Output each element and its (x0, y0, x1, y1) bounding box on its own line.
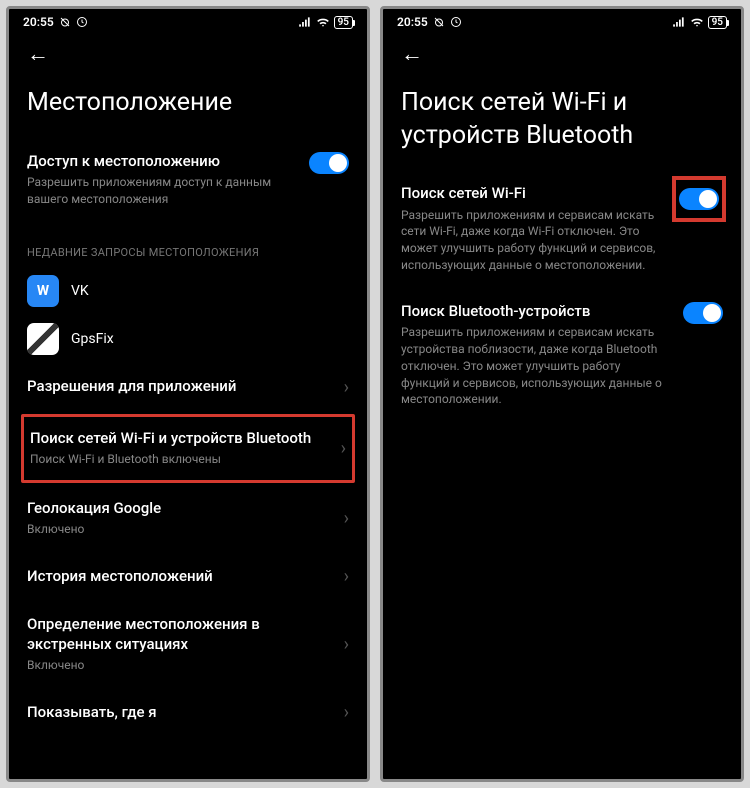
bluetooth-scan-title: Поиск Bluetooth-устройств (401, 302, 671, 322)
google-location-sub: Включено (27, 521, 332, 538)
signal-icon (298, 16, 312, 28)
location-access-row: Доступ к местоположению Разрешить прилож… (27, 138, 349, 222)
page-title: Поиск сетей Wi-Fi и устройств Bluetooth (383, 71, 741, 170)
status-time: 20:55 (23, 15, 54, 29)
chevron-right-icon: › (344, 634, 349, 655)
app-name-gpsfix: GpsFix (71, 331, 114, 347)
header: ← (383, 31, 741, 71)
wifi-icon (690, 16, 704, 28)
alarm-off-icon (59, 16, 71, 28)
location-access-title: Доступ к местоположению (27, 152, 297, 172)
wifi-scan-title: Поиск сетей Wi-Fi (401, 184, 663, 204)
battery-indicator: 95 (334, 16, 353, 29)
bluetooth-scan-sub: Разрешить приложениям и сервисам искать … (401, 324, 671, 408)
chevron-right-icon: › (344, 508, 349, 529)
chevron-right-icon: › (341, 438, 346, 459)
highlighted-scan-row: Поиск сетей Wi-Fi и устройств Bluetooth … (21, 414, 355, 483)
signal-icon (672, 16, 686, 28)
wifi-scan-toggle[interactable] (679, 188, 719, 210)
wifi-scan-row: Поиск сетей Wi-Fi Разрешить приложениям … (401, 170, 723, 288)
chevron-right-icon: › (344, 377, 349, 398)
status-time: 20:55 (397, 15, 428, 29)
emergency-location-sub: Включено (27, 657, 332, 674)
chevron-right-icon: › (344, 566, 349, 587)
wifi-bt-scan-sub: Поиск Wi-Fi и Bluetooth включены (30, 451, 329, 468)
page-title: Местоположение (9, 71, 367, 138)
back-button[interactable]: ← (401, 41, 423, 67)
show-where-row[interactable]: Показывать, где я › (27, 688, 349, 737)
bluetooth-scan-row: Поиск Bluetooth-устройств Разрешить прил… (401, 288, 723, 422)
clock-icon (76, 16, 88, 28)
app-row-vk[interactable]: W VK (27, 267, 349, 315)
location-history-row[interactable]: История местоположений › (27, 552, 349, 601)
app-permissions-title: Разрешения для приложений (27, 377, 332, 397)
location-access-sub: Разрешить приложениям доступ к данным ва… (27, 174, 297, 208)
show-where-title: Показывать, где я (27, 703, 332, 723)
emergency-location-row[interactable]: Определение местоположения в экстренных … (27, 601, 349, 688)
alarm-off-icon (433, 16, 445, 28)
recent-requests-label: НЕДАВНИЕ ЗАПРОСЫ МЕСТОПОЛОЖЕНИЯ (27, 222, 349, 267)
google-location-row[interactable]: Геолокация Google Включено › (27, 485, 349, 552)
wifi-scan-sub: Разрешить приложениям и сервисам искать … (401, 207, 663, 274)
app-row-gpsfix[interactable]: GpsFix (27, 315, 349, 363)
header: ← (9, 31, 367, 71)
status-bar: 20:55 95 (9, 9, 367, 31)
back-button[interactable]: ← (27, 41, 49, 67)
phone-left: 20:55 95 ← Местоположение Доступ к место… (6, 6, 370, 782)
highlighted-wifi-toggle (672, 176, 726, 222)
clock-icon (450, 16, 462, 28)
wifi-icon (316, 16, 330, 28)
emergency-location-title: Определение местоположения в экстренных … (27, 615, 332, 654)
app-name-vk: VK (71, 283, 89, 299)
location-access-toggle[interactable] (309, 152, 349, 174)
wifi-bt-scan-row[interactable]: Поиск сетей Wi-Fi и устройств Bluetooth … (30, 427, 346, 470)
app-permissions-row[interactable]: Разрешения для приложений › (27, 363, 349, 412)
status-bar: 20:55 95 (383, 9, 741, 31)
chevron-right-icon: › (344, 702, 349, 723)
battery-indicator: 95 (708, 16, 727, 29)
google-location-title: Геолокация Google (27, 499, 332, 519)
bluetooth-scan-toggle[interactable] (683, 302, 723, 324)
wifi-bt-scan-title: Поиск сетей Wi-Fi и устройств Bluetooth (30, 429, 329, 449)
gpsfix-icon (27, 323, 59, 355)
phone-right: 20:55 95 ← Поиск сетей Wi-Fi и устройств… (380, 6, 744, 782)
location-history-title: История местоположений (27, 567, 332, 587)
vk-icon: W (27, 275, 59, 307)
